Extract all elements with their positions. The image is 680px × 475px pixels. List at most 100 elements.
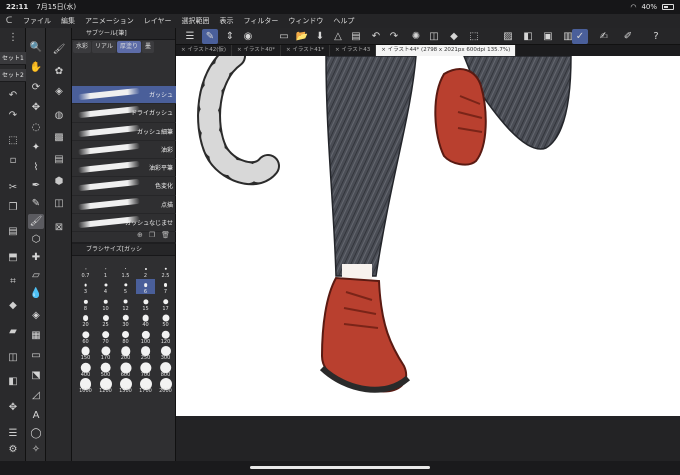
brush-settings-icon[interactable]: ✍ bbox=[596, 29, 612, 44]
brush-size-option[interactable]: 300 bbox=[156, 345, 175, 361]
filter-icon[interactable]: ▣ bbox=[540, 29, 556, 44]
move-icon[interactable]: ✥ bbox=[4, 400, 22, 416]
brush-tool-icon[interactable]: 🖌 bbox=[28, 214, 44, 229]
doc-tab-4[interactable]: × イラスト43 bbox=[330, 45, 377, 56]
new-file-icon[interactable]: ▭ bbox=[276, 29, 292, 44]
layer-property-icon[interactable]: ◉ bbox=[240, 29, 256, 44]
delete-subtool-icon[interactable]: 🗑 bbox=[161, 231, 170, 242]
stepper-icon[interactable]: ⇕ bbox=[222, 29, 238, 44]
brush-size-option[interactable]: 60 bbox=[76, 328, 95, 345]
redo-icon[interactable]: ↷ bbox=[386, 29, 402, 44]
brush-size-option[interactable]: 17 bbox=[156, 295, 175, 312]
pencil-tool-icon[interactable]: ✎ bbox=[28, 196, 44, 211]
help-icon[interactable]: ? bbox=[648, 29, 664, 44]
brush-item[interactable]: ドライガッシュ bbox=[72, 104, 176, 123]
crop-icon[interactable]: ⌗ bbox=[4, 274, 22, 290]
set-tab-1[interactable]: セット1 bbox=[0, 52, 26, 65]
doc-tab-2[interactable]: × イラスト40* bbox=[232, 45, 282, 56]
brush-size-option[interactable]: 2000 bbox=[156, 378, 175, 394]
fill-bucket-icon[interactable]: ◆ bbox=[446, 29, 462, 44]
brush-size-option[interactable]: 200 bbox=[116, 345, 135, 361]
menu-icon[interactable]: ☰ bbox=[182, 29, 198, 44]
figure-tool-icon[interactable]: ▭ bbox=[28, 348, 44, 363]
menu-file[interactable]: ファイル bbox=[18, 16, 56, 26]
move-tool-icon[interactable]: ✥ bbox=[28, 100, 44, 115]
brush-size-option[interactable]: 2 bbox=[136, 262, 155, 279]
cut-icon[interactable]: ✂ bbox=[4, 180, 22, 196]
brush-size-option[interactable]: 15 bbox=[136, 295, 155, 312]
menu-layer[interactable]: レイヤー bbox=[139, 16, 177, 26]
ink-group-icon[interactable]: ◍ bbox=[49, 108, 69, 124]
airbrush-tool-icon[interactable]: ⬡ bbox=[28, 232, 44, 247]
watercolor-group-icon[interactable]: ✿ bbox=[49, 64, 69, 80]
brush-size-option[interactable]: 5 bbox=[116, 279, 135, 295]
brush-size-option[interactable]: 1.5 bbox=[116, 262, 135, 279]
brush-size-option[interactable]: 700 bbox=[136, 361, 155, 378]
menu-edit[interactable]: 編集 bbox=[56, 16, 80, 26]
undo-icon[interactable]: ↶ bbox=[368, 29, 384, 44]
hand-icon[interactable]: ☰ bbox=[4, 426, 22, 442]
brush-size-option[interactable]: 1500 bbox=[116, 378, 135, 394]
brush-size-option[interactable]: 500 bbox=[96, 361, 115, 378]
pen-tool-icon[interactable]: ✒ bbox=[28, 178, 44, 193]
brush-size-option[interactable]: 250 bbox=[136, 345, 155, 361]
copy-subtool-icon[interactable]: ❐ bbox=[149, 231, 155, 242]
transform-icon[interactable]: ⬒ bbox=[4, 250, 22, 266]
save-icon[interactable]: ⬇ bbox=[312, 29, 328, 44]
decoration-tool-icon[interactable]: ✚ bbox=[28, 250, 44, 265]
brush-size-option[interactable]: 25 bbox=[96, 312, 115, 328]
brush-size-option[interactable]: 8 bbox=[76, 295, 95, 312]
pen-pressure-icon[interactable]: ✐ bbox=[620, 29, 636, 44]
hand-tool-icon[interactable]: ✋ bbox=[28, 60, 44, 75]
brush-size-option[interactable]: 70 bbox=[96, 328, 115, 345]
3d-group-icon[interactable]: ⬢ bbox=[49, 174, 69, 190]
eraser-icon[interactable]: ▰ bbox=[4, 324, 22, 340]
text-tool-icon[interactable]: A bbox=[28, 408, 44, 423]
set-tab-2[interactable]: セット2 bbox=[0, 69, 26, 82]
brush-size-option[interactable]: 12 bbox=[116, 295, 135, 312]
deselect-icon[interactable]: ▫ bbox=[4, 153, 22, 169]
logo-icon[interactable]: ᑕ bbox=[0, 16, 18, 26]
add-subtool-icon[interactable]: ⊕ bbox=[137, 231, 143, 242]
copy-icon[interactable]: ❐ bbox=[4, 200, 22, 216]
brush-size-option[interactable]: 1700 bbox=[136, 378, 155, 394]
menu-selection[interactable]: 選択範囲 bbox=[177, 16, 215, 26]
fill-tool-icon[interactable]: ◈ bbox=[28, 308, 44, 323]
subtool-tab-ink[interactable]: 墨 bbox=[141, 41, 154, 53]
brush-size-option[interactable]: 2.5 bbox=[156, 262, 175, 279]
menu-animation[interactable]: アニメーション bbox=[80, 16, 139, 26]
export-icon[interactable]: △ bbox=[330, 29, 346, 44]
brush-size-option[interactable]: 10 bbox=[96, 295, 115, 312]
rotate-tool-icon[interactable]: ⟳ bbox=[28, 80, 44, 95]
brush-size-option[interactable]: 170 bbox=[96, 345, 115, 361]
lasso-tool-icon[interactable]: ◌ bbox=[28, 120, 44, 135]
paste-icon[interactable]: ▤ bbox=[4, 224, 22, 240]
auto-select-icon[interactable]: ✦ bbox=[28, 140, 44, 155]
brush-size-option[interactable]: 400 bbox=[76, 361, 95, 378]
eraser-tool-icon[interactable]: ▱ bbox=[28, 268, 44, 283]
selection-marquee-icon[interactable]: ⬚ bbox=[4, 133, 22, 149]
ruler-tool-icon[interactable]: ◿ bbox=[28, 388, 44, 403]
print-icon[interactable]: ▤ bbox=[348, 29, 364, 44]
brush-size-option[interactable]: 1 bbox=[96, 262, 115, 279]
brush-item[interactable]: ガッシュ bbox=[72, 86, 176, 105]
drawing-canvas[interactable] bbox=[176, 56, 680, 416]
fill-icon[interactable]: ◆ bbox=[4, 298, 22, 314]
layer-icon[interactable]: ◫ bbox=[4, 350, 22, 366]
menu-filter[interactable]: フィルター bbox=[239, 16, 284, 26]
close-subtool-icon[interactable]: ⊠ bbox=[49, 220, 69, 236]
home-indicator[interactable] bbox=[250, 466, 430, 469]
brush-size-option[interactable]: 100 bbox=[136, 328, 155, 345]
brush-size-option[interactable]: 800 bbox=[156, 361, 175, 378]
doc-tab-1[interactable]: × イラスト42(仮) bbox=[176, 45, 233, 56]
brush-size-option[interactable]: 1200 bbox=[96, 378, 115, 394]
brush-size-option[interactable]: 150 bbox=[76, 345, 95, 361]
brush-size-option[interactable]: 80 bbox=[116, 328, 135, 345]
selection-layer-icon[interactable]: ▨ bbox=[500, 29, 516, 44]
brush-size-option[interactable]: 3 bbox=[76, 279, 95, 295]
mask-icon[interactable]: ◧ bbox=[520, 29, 536, 44]
brush-size-option[interactable]: 1000 bbox=[76, 378, 95, 394]
texture-group-icon[interactable]: ▤ bbox=[49, 152, 69, 168]
brush-preview-icon[interactable]: ✎ bbox=[202, 29, 218, 44]
menu-view[interactable]: 表示 bbox=[215, 16, 239, 26]
